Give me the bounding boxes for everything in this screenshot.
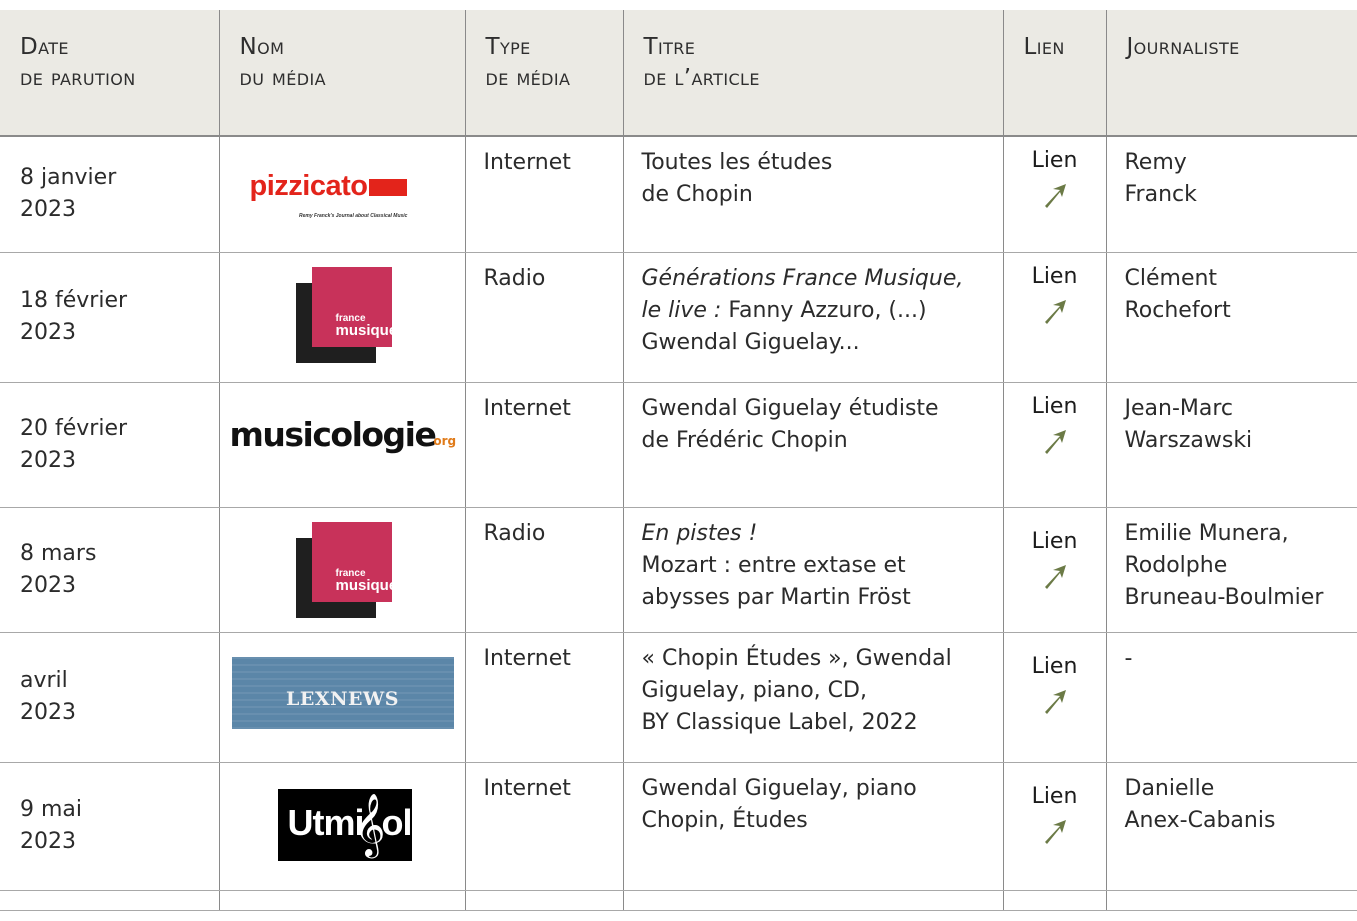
empty-cell xyxy=(1002,890,1106,911)
link-cell[interactable]: Lien xyxy=(1002,762,1106,891)
date-cell: 9 mai 2023 xyxy=(0,762,219,891)
journalist-cell: - xyxy=(1105,632,1357,763)
media-logo-cell: france musique xyxy=(218,507,465,633)
link-cell[interactable]: Lien xyxy=(1002,252,1106,383)
date-cell: 18 février 2023 xyxy=(0,252,219,383)
lexnews-logo: LEXNEWS xyxy=(231,656,454,729)
header-title: Titre de l’article xyxy=(622,10,1003,137)
article-title-cell: Générations France Musique, le live : Fa… xyxy=(622,252,1003,383)
journalist-cell: Clément Rochefort xyxy=(1105,252,1357,383)
france-musique-logo: france musique xyxy=(295,266,397,363)
table-row xyxy=(0,890,1357,911)
table-row: 20 février 2023 musicologie org Internet … xyxy=(0,382,1357,508)
table-row: avril 2023 LEXNEWS Internet « Chopin Étud… xyxy=(0,632,1357,763)
header-type: Type de média xyxy=(464,10,623,137)
link-cell[interactable]: Lien xyxy=(1002,632,1106,763)
link-cell[interactable]: Lien xyxy=(1002,507,1106,633)
media-type-cell: Internet xyxy=(464,382,623,508)
journalist-cell: Danielle Anex-Cabanis xyxy=(1105,762,1357,891)
link-cell[interactable]: Lien xyxy=(1002,136,1106,253)
article-title-cell: Gwendal Giguelay, piano Chopin, Études xyxy=(622,762,1003,891)
header-link: Lien xyxy=(1002,10,1106,137)
header-media: Nom du média xyxy=(218,10,465,137)
article-link[interactable]: Lien xyxy=(1004,261,1106,293)
media-logo-cell: musicologie org xyxy=(218,382,465,508)
article-title-cell: « Chopin Études », Gwendal Giguelay, pian… xyxy=(622,632,1003,763)
empty-cell xyxy=(622,890,1003,911)
article-link[interactable]: Lien xyxy=(1004,781,1106,813)
media-logo-cell: pizzicato Remy Franck's Journal about Cl… xyxy=(218,136,465,253)
journalist-cell: Remy Franck xyxy=(1105,136,1357,253)
arrow-icon[interactable] xyxy=(1040,427,1070,465)
arrow-icon[interactable] xyxy=(1040,817,1070,855)
press-table: Date de parution Nom du média Type de média… xyxy=(0,10,1357,911)
date-cell: 20 février 2023 xyxy=(0,382,219,508)
media-type-cell: Internet xyxy=(464,762,623,891)
empty-cell xyxy=(1105,890,1357,911)
article-link[interactable]: Lien xyxy=(1004,526,1106,558)
media-type-cell: Internet xyxy=(464,632,623,763)
empty-cell xyxy=(464,890,623,911)
journalist-cell: Emilie Munera, Rodolphe Bruneau-Boulmier xyxy=(1105,507,1357,633)
article-title-cell: Gwendal Giguelay étudiste de Frédéric Cho… xyxy=(622,382,1003,508)
arrow-icon[interactable] xyxy=(1040,687,1070,725)
table-row: 18 février 2023 france musique Radio Géné… xyxy=(0,252,1357,383)
journalist-cell: Jean-Marc Warszawski xyxy=(1105,382,1357,508)
media-logo-cell: Utmi ol 𝄞 xyxy=(218,762,465,891)
table-row: 8 janvier 2023 pizzicato Remy Franck's Jo… xyxy=(0,136,1357,253)
arrow-icon[interactable] xyxy=(1040,562,1070,600)
musicologie-logo: musicologie org xyxy=(229,414,457,454)
table-row: 9 mai 2023 Utmi ol 𝄞 Internet Gwendal Gigu… xyxy=(0,762,1357,891)
article-link[interactable]: Lien xyxy=(1004,145,1106,177)
header-journalist: Journaliste xyxy=(1105,10,1357,137)
article-link[interactable]: Lien xyxy=(1004,391,1106,423)
header-date: Date de parution xyxy=(0,10,219,137)
date-cell: 8 janvier 2023 xyxy=(0,136,219,253)
france-musique-logo: france musique xyxy=(295,521,397,618)
pizzicato-logo: pizzicato Remy Franck's Journal about Cl… xyxy=(249,170,408,219)
date-cell: 8 mars 2023 xyxy=(0,507,219,633)
media-logo-cell: LEXNEWS xyxy=(218,632,465,763)
arrow-icon[interactable] xyxy=(1040,181,1070,219)
media-type-cell: Radio xyxy=(464,507,623,633)
article-link[interactable]: Lien xyxy=(1004,651,1106,683)
media-type-cell: Radio xyxy=(464,252,623,383)
table-row: 8 mars 2023 france musique Radio En piste… xyxy=(0,507,1357,633)
article-title-cell: En pistes ! Mozart : entre extase et aby… xyxy=(622,507,1003,633)
empty-cell xyxy=(0,890,219,911)
media-type-cell: Internet xyxy=(464,136,623,253)
arrow-icon[interactable] xyxy=(1040,297,1070,335)
utmisol-logo: Utmi ol 𝄞 xyxy=(277,788,412,861)
article-title-cell: Toutes les études de Chopin xyxy=(622,136,1003,253)
link-cell[interactable]: Lien xyxy=(1002,382,1106,508)
table-header: Date de parution Nom du média Type de média… xyxy=(0,10,1357,137)
date-cell: avril 2023 xyxy=(0,632,219,763)
empty-cell xyxy=(218,890,465,911)
media-logo-cell: france musique xyxy=(218,252,465,383)
